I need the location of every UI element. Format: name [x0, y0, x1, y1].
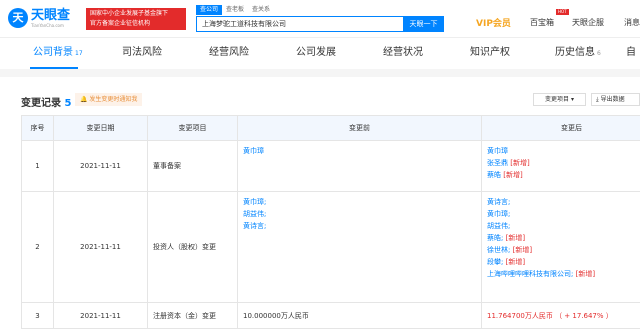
col-item: 变更项目 [148, 116, 238, 141]
search-tab-relation[interactable]: 查关系 [248, 5, 274, 15]
row-after: 11.764700万人民币 （ + 17.647% ） [482, 303, 640, 329]
bell-icon: 🔔 [80, 96, 87, 103]
row-before: 10.000000万人民币 [238, 303, 482, 329]
tab-operating-risk[interactable]: 经营风险 [209, 37, 249, 69]
row-index: 1 [22, 141, 54, 192]
col-after: 变更后 [482, 116, 640, 141]
section-title: 变更记录 5 [21, 94, 71, 109]
search-area: 查公司 查老板 查关系 上海梦驼工道科技有限公司 天眼一下 [196, 5, 444, 35]
vip-link[interactable]: VIP会员 [476, 16, 511, 29]
row-date: 2021-11-11 [54, 192, 148, 303]
new-tag: [新增] [506, 258, 525, 266]
row-before: 黄巾璋 [238, 141, 482, 192]
person-link[interactable]: 张圣鼎 [新增] [487, 157, 640, 169]
top-bar: 天 天眼查 TianYanCha.com 国家中小企业发展子基金旗下 官方备案企… [0, 0, 640, 38]
export-button[interactable]: ⤓ 导出数据 [591, 93, 640, 106]
badge-line-2: 官方备案企业征信机构 [90, 19, 182, 29]
tab-operating-status[interactable]: 经营状况 [383, 37, 423, 69]
table-row: 1 2021-11-11 董事备案 黄巾璋 黄巾璋 张圣鼎 [新增] 蔡皓 [新… [22, 141, 640, 192]
person-link[interactable]: 黄巾璋 [487, 145, 640, 157]
tab-company-development[interactable]: 公司发展 [296, 37, 336, 69]
new-tag: [新增] [513, 246, 532, 254]
table-header-row: 序号 变更日期 变更项目 变更前 变更后 [22, 116, 640, 141]
col-before: 变更前 [238, 116, 482, 141]
person-link[interactable]: 段攀; [新增] [487, 256, 640, 268]
tab-intellectual-property[interactable]: 知识产权 [470, 37, 510, 69]
search-button[interactable]: 天眼一下 [403, 16, 444, 32]
person-link[interactable]: 蔡皓; [新增] [487, 232, 640, 244]
table-row: 3 2021-11-11 注册资本（金）变更 10.000000万人民币 11.… [22, 303, 640, 329]
new-tag: [新增] [503, 171, 522, 179]
row-after: 黄巾璋 张圣鼎 [新增] 蔡皓 [新增] [482, 141, 640, 192]
hot-badge: HOT [556, 9, 569, 15]
download-icon: ⤓ [596, 96, 599, 103]
change-item-filter[interactable]: 变更项目 ▾ [533, 93, 586, 106]
search-input[interactable]: 上海梦驼工道科技有限公司 [196, 16, 404, 32]
main-tabs: 公司背景17 司法风险 经营风险 公司发展 经营状况 知识产权 历史信息6 自 [0, 37, 640, 70]
section-divider [0, 69, 640, 77]
person-link[interactable]: 黄诗言; [243, 220, 481, 232]
logo-text: 天眼查 [31, 8, 70, 24]
row-after: 黄诗言; 黄巾璋; 胡益伟; 蔡皓; [新增] 徐世林; [新增] 段攀; [新… [482, 192, 640, 303]
col-date: 变更日期 [54, 116, 148, 141]
row-item: 董事备案 [148, 141, 238, 192]
new-tag: [新增] [576, 270, 595, 278]
chevron-down-icon: ▾ [571, 96, 574, 103]
person-link[interactable]: 胡益伟; [243, 208, 481, 220]
tab-more[interactable]: 自 [626, 37, 636, 69]
logo-subtext: TianYanCha.com [31, 23, 64, 28]
table-row: 2 2021-11-11 投资人（股权）变更 黄巾璋; 胡益伟; 黄诗言; 黄诗… [22, 192, 640, 303]
new-tag: [新增] [510, 159, 529, 167]
row-index: 2 [22, 192, 54, 303]
col-index: 序号 [22, 116, 54, 141]
row-index: 3 [22, 303, 54, 329]
official-badge[interactable]: 国家中小企业发展子基金旗下 官方备案企业征信机构 [86, 8, 186, 30]
row-before: 黄巾璋; 胡益伟; 黄诗言; [238, 192, 482, 303]
person-link[interactable]: 黄巾璋 [243, 145, 481, 157]
logo-icon: 天 [8, 8, 28, 28]
row-date: 2021-11-11 [54, 303, 148, 329]
nav-messages[interactable]: 消息 [624, 17, 640, 28]
tab-history[interactable]: 历史信息6 [555, 37, 601, 69]
tab-company-background[interactable]: 公司背景17 [33, 37, 83, 69]
person-link[interactable]: 徐世林; [新增] [487, 244, 640, 256]
search-tab-company[interactable]: 查公司 [196, 5, 222, 15]
nav-toolbox[interactable]: 百宝箱 [530, 17, 554, 28]
row-item: 投资人（股权）变更 [148, 192, 238, 303]
row-date: 2021-11-11 [54, 141, 148, 192]
new-tag: [新增] [506, 234, 525, 242]
person-link[interactable]: 蔡皓 [新增] [487, 169, 640, 181]
logo[interactable]: 天 天眼查 TianYanCha.com [8, 8, 88, 30]
badge-line-1: 国家中小企业发展子基金旗下 [90, 9, 182, 19]
company-link[interactable]: 上海哔哩哔哩科技有限公司; [新增] [487, 268, 640, 280]
change-record-table: 序号 变更日期 变更项目 变更前 变更后 1 2021-11-11 董事备案 黄… [21, 115, 640, 329]
row-item: 注册资本（金）变更 [148, 303, 238, 329]
person-link[interactable]: 黄诗言; [487, 196, 640, 208]
search-tab-boss[interactable]: 查老板 [222, 5, 248, 15]
notify-change-button[interactable]: 🔔 发生变更时通知我 [75, 93, 142, 106]
person-link[interactable]: 黄巾璋; [243, 196, 481, 208]
nav-services[interactable]: 天眼企服 [572, 17, 604, 28]
person-link[interactable]: 黄巾璋; [487, 208, 640, 220]
tab-legal-risk[interactable]: 司法风险 [122, 37, 162, 69]
search-tabs: 查公司 查老板 查关系 [196, 5, 274, 15]
person-link[interactable]: 胡益伟; [487, 220, 640, 232]
